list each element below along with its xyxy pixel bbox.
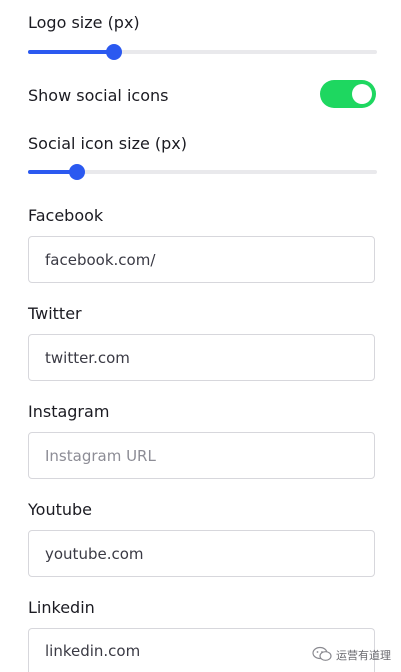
youtube-label: Youtube [28,500,92,519]
twitter-label: Twitter [28,304,82,323]
slider-thumb[interactable] [69,164,85,180]
twitter-input[interactable] [28,334,375,381]
facebook-label: Facebook [28,206,104,225]
social-icon-size-label: Social icon size (px) [28,134,187,153]
toggle-knob [352,84,372,104]
facebook-input[interactable] [28,236,375,283]
instagram-label: Instagram [28,402,110,421]
youtube-input[interactable] [28,530,375,577]
show-social-icons-label: Show social icons [28,86,169,105]
watermark-text: 运营有道理 [336,649,391,662]
slider-fill [28,50,114,54]
slider-thumb[interactable] [106,44,122,60]
instagram-input[interactable] [28,432,375,479]
linkedin-label: Linkedin [28,598,95,617]
watermark: 运营有道理 [312,644,391,666]
logo-size-label: Logo size (px) [28,13,140,32]
wechat-icon [312,646,332,665]
social-icon-size-slider[interactable] [28,160,377,184]
show-social-icons-toggle[interactable] [320,80,376,108]
logo-size-slider[interactable] [28,40,377,64]
